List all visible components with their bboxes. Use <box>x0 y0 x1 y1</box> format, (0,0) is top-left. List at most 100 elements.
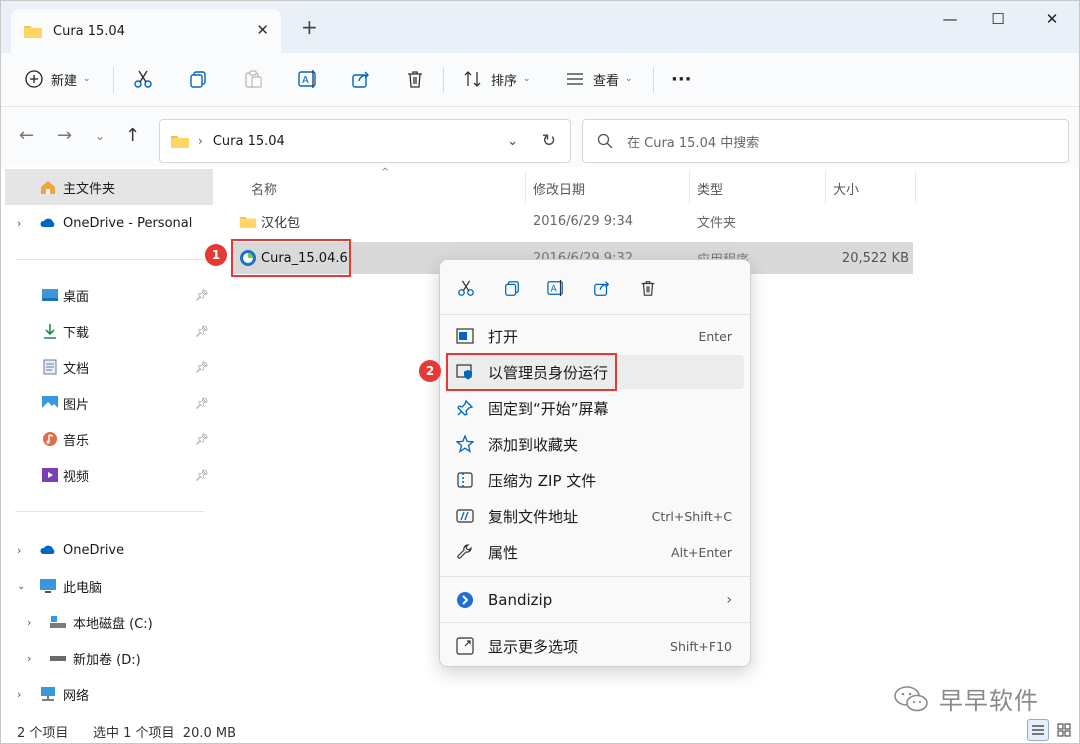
desktop-icon <box>42 289 58 301</box>
address-row: ← → ⌄ ↑ › Cura 15.04 ⌄ ↻ 在 Cura 15.04 中搜… <box>1 107 1079 167</box>
address-dropdown-icon[interactable]: ⌄ <box>507 134 518 149</box>
sidebar-item-documents[interactable]: 文档 📌︎ <box>1 349 213 385</box>
copy-path-icon <box>456 507 474 525</box>
tiles-view-icon <box>1057 723 1071 737</box>
new-tab-button[interactable]: + <box>301 15 318 39</box>
item-count: 2 个项目 <box>17 725 69 741</box>
sidebar-item-desktop[interactable]: 桌面 📌︎ <box>1 277 213 313</box>
menu-item-add-to-favorites[interactable]: 添加到收藏夹 <box>446 427 744 461</box>
title-bar: Cura 15.04 ✕ + — ☐ ✕ <box>1 1 1079 53</box>
address-bar[interactable]: › Cura 15.04 ⌄ ↻ <box>159 119 571 163</box>
maximize-button[interactable]: ☐ <box>975 7 1021 31</box>
pin-icon[interactable]: 📌︎ <box>195 289 209 302</box>
cut-button[interactable] <box>133 63 153 95</box>
sidebar-item-network[interactable]: › 网络 <box>1 676 213 712</box>
sidebar-item-label: 本地磁盘 (C:) <box>73 616 153 632</box>
menu-item-pin-to-start[interactable]: 固定到“开始”屏幕 <box>446 391 744 425</box>
sidebar-item-onedrive[interactable]: › OneDrive <box>1 532 213 568</box>
sort-button[interactable]: 排序 ⌄ <box>463 63 531 95</box>
menu-item-copy-path[interactable]: 复制文件地址 Ctrl+Shift+C <box>446 499 744 533</box>
tiles-view-button[interactable] <box>1053 719 1075 741</box>
column-header-size[interactable]: 大小 <box>833 173 859 203</box>
chevron-down-icon: ⌄ <box>523 74 531 84</box>
bandizip-icon <box>456 591 474 609</box>
scissors-icon <box>134 70 152 88</box>
file-row[interactable]: 汉化包 2016/6/29 9:34 文件夹 <box>233 205 913 237</box>
download-icon <box>44 324 56 339</box>
sort-ascending-icon: ^ <box>381 167 390 178</box>
chevron-right-icon: › <box>726 592 732 608</box>
chevron-right-icon[interactable]: › <box>17 544 21 557</box>
pin-icon[interactable]: 📌︎ <box>195 325 209 338</box>
new-button[interactable]: 新建 ⌄ <box>25 63 91 95</box>
back-arrow-icon[interactable]: ← <box>19 125 34 146</box>
chevron-right-icon[interactable]: › <box>17 688 21 701</box>
forward-arrow-icon[interactable]: → <box>57 125 72 146</box>
sidebar-item-music[interactable]: 音乐 📌︎ <box>1 421 213 457</box>
copy-button[interactable] <box>188 63 208 95</box>
menu-item-label: 固定到“开始”屏幕 <box>488 399 609 418</box>
column-header-type[interactable]: 类型 <box>697 173 723 203</box>
pin-icon[interactable]: 📌︎ <box>195 469 209 482</box>
sidebar-item-videos[interactable]: 视频 📌︎ <box>1 457 213 493</box>
pin-icon[interactable]: 📌︎ <box>195 433 209 446</box>
tab-cura[interactable]: Cura 15.04 ✕ <box>11 9 281 53</box>
ctx-cut-button[interactable] <box>450 274 482 302</box>
column-divider[interactable] <box>825 171 826 203</box>
sidebar-item-pictures[interactable]: 图片 📌︎ <box>1 385 213 421</box>
view-button[interactable]: 查看 ⌄ <box>565 63 633 95</box>
sidebar-item-label: 图片 <box>63 397 90 413</box>
cloud-icon <box>40 218 55 227</box>
ctx-rename-button[interactable]: A <box>540 274 572 302</box>
sidebar-item-onedrive-personal[interactable]: › OneDrive - Personal <box>1 205 213 241</box>
menu-item-compress-zip[interactable]: 压缩为 ZIP 文件 <box>446 463 744 497</box>
sidebar-item-drive-c[interactable]: › 本地磁盘 (C:) <box>1 604 213 640</box>
menu-item-show-more-options[interactable]: 显示更多选项 Shift+F10 <box>446 629 744 663</box>
column-header-name[interactable]: 名称 <box>251 173 277 203</box>
chevron-right-icon[interactable]: › <box>17 217 21 230</box>
more-options-icon <box>456 637 474 655</box>
pin-icon[interactable]: 📌︎ <box>195 397 209 410</box>
pin-icon[interactable]: 📌︎ <box>195 361 209 374</box>
new-label: 新建 <box>51 73 78 89</box>
menu-item-properties[interactable]: 属性 Alt+Enter <box>446 535 744 569</box>
column-divider[interactable] <box>525 171 526 203</box>
ctx-delete-button[interactable] <box>632 274 664 302</box>
menu-item-shortcut: Enter <box>698 328 732 344</box>
recent-chevron-icon[interactable]: ⌄ <box>95 129 105 143</box>
sidebar-item-this-pc[interactable]: ⌄ 此电脑 <box>1 568 213 604</box>
paste-button[interactable] <box>243 63 263 95</box>
menu-item-open[interactable]: 打开 Enter <box>446 319 744 353</box>
trash-icon <box>408 71 422 88</box>
details-view-button[interactable] <box>1027 719 1049 741</box>
minimize-button[interactable]: — <box>927 7 973 31</box>
search-box[interactable]: 在 Cura 15.04 中搜索 <box>582 119 1069 163</box>
up-arrow-icon[interactable]: ↑ <box>125 125 140 146</box>
delete-button[interactable] <box>405 63 425 95</box>
rename-button[interactable]: A <box>297 63 319 95</box>
sidebar-item-downloads[interactable]: 下载 📌︎ <box>1 313 213 349</box>
column-header-modified[interactable]: 修改日期 <box>533 173 585 203</box>
close-window-button[interactable]: ✕ <box>1029 7 1075 31</box>
chevron-down-icon[interactable]: ⌄ <box>17 581 25 592</box>
chevron-right-icon[interactable]: › <box>27 652 31 665</box>
step-badge-2: 2 <box>419 360 441 382</box>
menu-divider <box>440 622 752 623</box>
sidebar-item-home[interactable]: 主文件夹 <box>5 169 213 205</box>
menu-item-shortcut: Ctrl+Shift+C <box>651 508 732 524</box>
column-divider[interactable] <box>915 171 916 203</box>
menu-item-bandizip[interactable]: Bandizip › <box>446 583 744 617</box>
ctx-copy-button[interactable] <box>496 274 528 302</box>
share-button[interactable] <box>351 63 371 95</box>
chevron-right-icon[interactable]: › <box>27 616 31 629</box>
more-options-button[interactable]: ··· <box>671 63 692 95</box>
home-icon <box>41 181 55 194</box>
tab-close-icon[interactable]: ✕ <box>256 21 269 39</box>
refresh-icon[interactable]: ↻ <box>542 131 556 151</box>
breadcrumb-segment[interactable]: Cura 15.04 <box>213 134 285 149</box>
sidebar-item-drive-d[interactable]: › 新加卷 (D:) <box>1 640 213 676</box>
watermark-text: 早早软件 <box>939 687 1039 715</box>
ctx-share-button[interactable] <box>586 274 618 302</box>
column-divider[interactable] <box>689 171 690 203</box>
menu-divider <box>440 314 752 315</box>
